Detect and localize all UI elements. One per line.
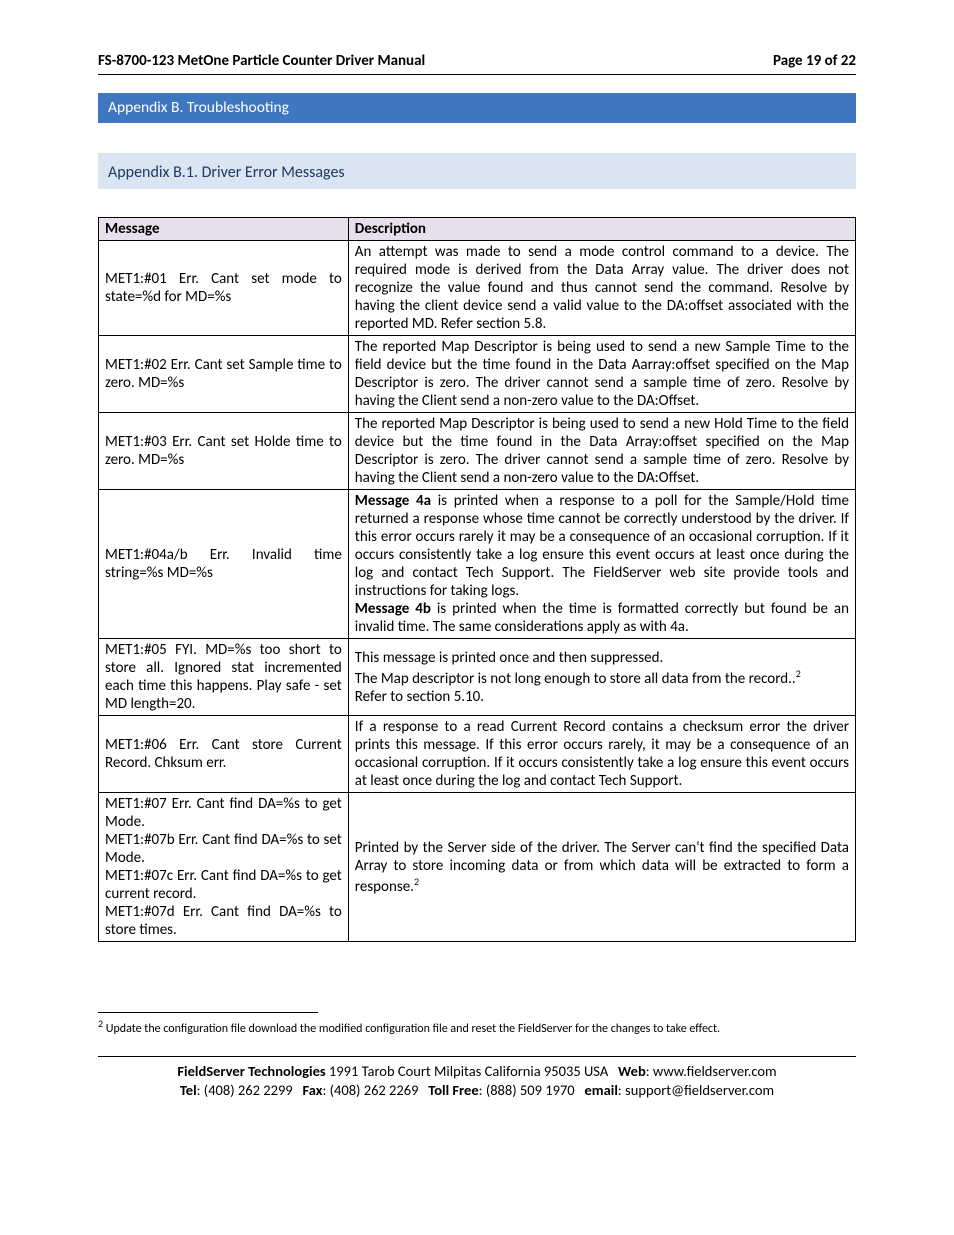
document-page: FS-8700-123 MetOne Particle Counter Driv… — [0, 0, 954, 1140]
description-cell: Message 4a is printed when a response to… — [348, 490, 855, 639]
footnote-text: Update the configuration file download t… — [103, 1022, 720, 1036]
description-cell: An attempt was made to send a mode contr… — [348, 241, 855, 336]
subsection-heading: Appendix B.1. Driver Error Messages — [98, 153, 856, 189]
message-cell: MET1:#05 FYI. MD=%s too short to store a… — [99, 639, 349, 716]
page-header: FS-8700-123 MetOne Particle Counter Driv… — [98, 52, 856, 75]
page-footer: FieldServer Technologies 1991 Tarob Cour… — [98, 1056, 856, 1099]
table-row: MET1:#07 Err. Cant find DA=%s to get Mod… — [99, 793, 856, 942]
table-row: MET1:#03 Err. Cant set Holde time to zer… — [99, 413, 856, 490]
message-cell: MET1:#03 Err. Cant set Holde time to zer… — [99, 413, 349, 490]
error-messages-table: Message Description MET1:#01 Err. Cant s… — [98, 217, 856, 942]
table-row: MET1:#04a/b Err. Invalid time string=%s … — [99, 490, 856, 639]
message-cell: MET1:#02 Err. Cant set Sample time to ze… — [99, 336, 349, 413]
description-cell: The reported Map Descriptor is being use… — [348, 336, 855, 413]
message-text: MET1:#07b Err. Cant find DA=%s to set Mo… — [105, 831, 342, 867]
col-header-description: Description — [348, 218, 855, 241]
table-row: MET1:#06 Err. Cant store Current Record.… — [99, 716, 856, 793]
page-number: Page 19 of 22 — [773, 52, 856, 70]
doc-title: FS-8700-123 MetOne Particle Counter Driv… — [98, 52, 425, 70]
message-cell: MET1:#01 Err. Cant set mode to state=%d … — [99, 241, 349, 336]
message-text: MET1:#07c Err. Cant find DA=%s to get cu… — [105, 867, 342, 903]
description-cell: The reported Map Descriptor is being use… — [348, 413, 855, 490]
table-row: MET1:#05 FYI. MD=%s too short to store a… — [99, 639, 856, 716]
footnote-rule — [98, 1012, 318, 1013]
description-cell: This message is printed once and then su… — [348, 639, 855, 716]
table-row: MET1:#01 Err. Cant set mode to state=%d … — [99, 241, 856, 336]
message-text: MET1:#07d Err. Cant find DA=%s to store … — [105, 903, 342, 939]
description-cell: Printed by the Server side of the driver… — [348, 793, 855, 942]
description-cell: If a response to a read Current Record c… — [348, 716, 855, 793]
section-heading: Appendix B. Troubleshooting — [98, 93, 856, 123]
col-header-message: Message — [99, 218, 349, 241]
table-body: MET1:#01 Err. Cant set mode to state=%d … — [99, 241, 856, 942]
message-cell: MET1:#07 Err. Cant find DA=%s to get Mod… — [99, 793, 349, 942]
message-cell: MET1:#04a/b Err. Invalid time string=%s … — [99, 490, 349, 639]
table-row: MET1:#02 Err. Cant set Sample time to ze… — [99, 336, 856, 413]
message-cell: MET1:#06 Err. Cant store Current Record.… — [99, 716, 349, 793]
footnote: 2 Update the configuration file download… — [98, 1017, 856, 1036]
message-text: MET1:#07 Err. Cant find DA=%s to get Mod… — [105, 795, 342, 831]
footer-row-2: Tel: (408) 262 2299 Fax: (408) 262 2269 … — [98, 1081, 856, 1099]
footer-row-1: FieldServer Technologies 1991 Tarob Cour… — [98, 1062, 856, 1080]
